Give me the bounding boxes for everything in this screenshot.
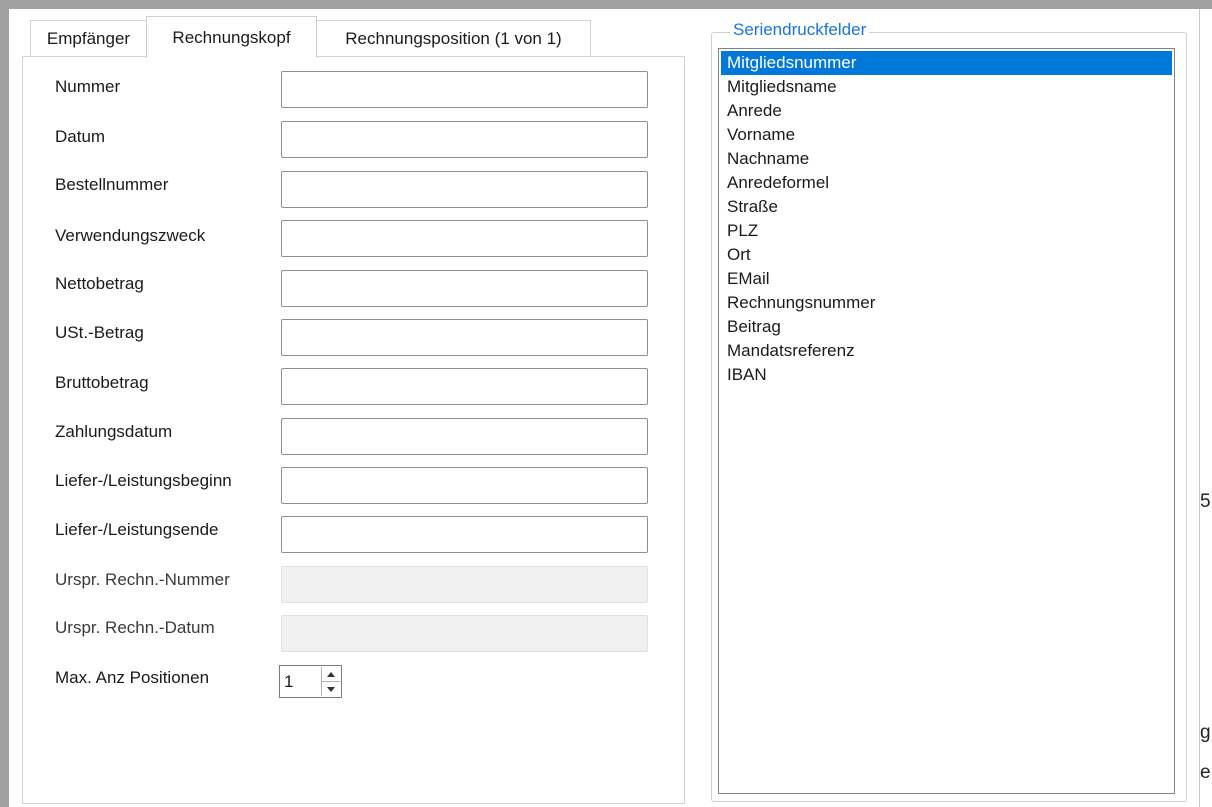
list-item[interactable]: Rechnungsnummer: [721, 291, 1172, 315]
datum-input[interactable]: [281, 121, 648, 158]
urspr-rechn-datum-input: [281, 615, 648, 652]
stepper-up-button[interactable]: [322, 667, 340, 682]
tab-label: Rechnungskopf: [172, 27, 291, 47]
panel-divider: [1199, 9, 1200, 807]
list-item[interactable]: Nachname: [721, 147, 1172, 171]
window-frame-left: [0, 0, 9, 807]
list-item[interactable]: Anredeformel: [721, 171, 1172, 195]
label-max-anz-positionen: Max. Anz Positionen: [55, 668, 210, 687]
clipped-text: 5: [1200, 491, 1211, 512]
list-item[interactable]: Straße: [721, 195, 1172, 219]
label-zahlungsdatum: Zahlungsdatum: [55, 422, 173, 441]
nummer-input[interactable]: [281, 71, 648, 108]
label-leistungsbeginn: Liefer-/Leistungsbeginn: [55, 471, 232, 490]
ust-betrag-input[interactable]: [281, 319, 648, 356]
bruttobetrag-input[interactable]: [281, 368, 648, 405]
list-item[interactable]: Mitgliedsname: [721, 75, 1172, 99]
list-item[interactable]: Anrede: [721, 99, 1172, 123]
tab-rechnungsposition[interactable]: Rechnungsposition (1 von 1): [316, 20, 591, 56]
tab-empfaenger[interactable]: Empfänger: [30, 20, 147, 56]
list-item[interactable]: Ort: [721, 243, 1172, 267]
label-nummer: Nummer: [55, 77, 121, 96]
label-urspr-rechn-nummer: Urspr. Rechn.-Nummer: [55, 570, 230, 589]
nettobetrag-input[interactable]: [281, 270, 648, 307]
stepper-buttons: [321, 667, 340, 696]
list-item[interactable]: PLZ: [721, 219, 1172, 243]
groupbox-title: Seriendruckfelder: [730, 20, 870, 40]
label-ust-betrag: USt.-Betrag: [55, 323, 144, 342]
leistungsende-input[interactable]: [281, 516, 648, 553]
tab-label: Empfänger: [46, 28, 131, 48]
leistungsbeginn-input[interactable]: [281, 467, 648, 504]
zahlungsdatum-input[interactable]: [281, 418, 648, 455]
arrow-down-icon: [327, 686, 335, 692]
tab-label: Rechnungsposition (1 von 1): [345, 28, 562, 48]
label-bestellnummer: Bestellnummer: [55, 175, 169, 194]
label-datum: Datum: [55, 127, 106, 146]
clipped-text: e: [1200, 762, 1211, 783]
bestellnummer-input[interactable]: [281, 171, 648, 208]
window-frame-top: [0, 0, 1212, 9]
clipped-text: g: [1200, 722, 1211, 743]
list-item[interactable]: EMail: [721, 267, 1172, 291]
stepper-value: 1: [284, 672, 294, 691]
list-item[interactable]: Mitgliedsnummer: [721, 51, 1172, 75]
label-leistungsende: Liefer-/Leistungsende: [55, 520, 219, 539]
label-verwendungszweck: Verwendungszweck: [55, 226, 206, 245]
stepper-down-button[interactable]: [322, 682, 340, 696]
max-positions-stepper[interactable]: 1: [279, 665, 342, 698]
label-urspr-rechn-datum: Urspr. Rechn.-Datum: [55, 618, 215, 637]
verwendungszweck-input[interactable]: [281, 220, 648, 257]
label-nettobetrag: Nettobetrag: [55, 274, 144, 293]
urspr-rechn-nummer-input: [281, 566, 648, 603]
list-item[interactable]: Mandatsreferenz: [721, 339, 1172, 363]
tab-rechnungskopf[interactable]: Rechnungskopf: [146, 16, 317, 58]
arrow-up-icon: [327, 671, 335, 677]
list-item[interactable]: Vorname: [721, 123, 1172, 147]
list-item[interactable]: IBAN: [721, 363, 1172, 387]
seriendruckfelder-list[interactable]: Mitgliedsnummer Mitgliedsname Anrede Vor…: [718, 48, 1175, 794]
list-item[interactable]: Beitrag: [721, 315, 1172, 339]
label-bruttobetrag: Bruttobetrag: [55, 373, 149, 392]
